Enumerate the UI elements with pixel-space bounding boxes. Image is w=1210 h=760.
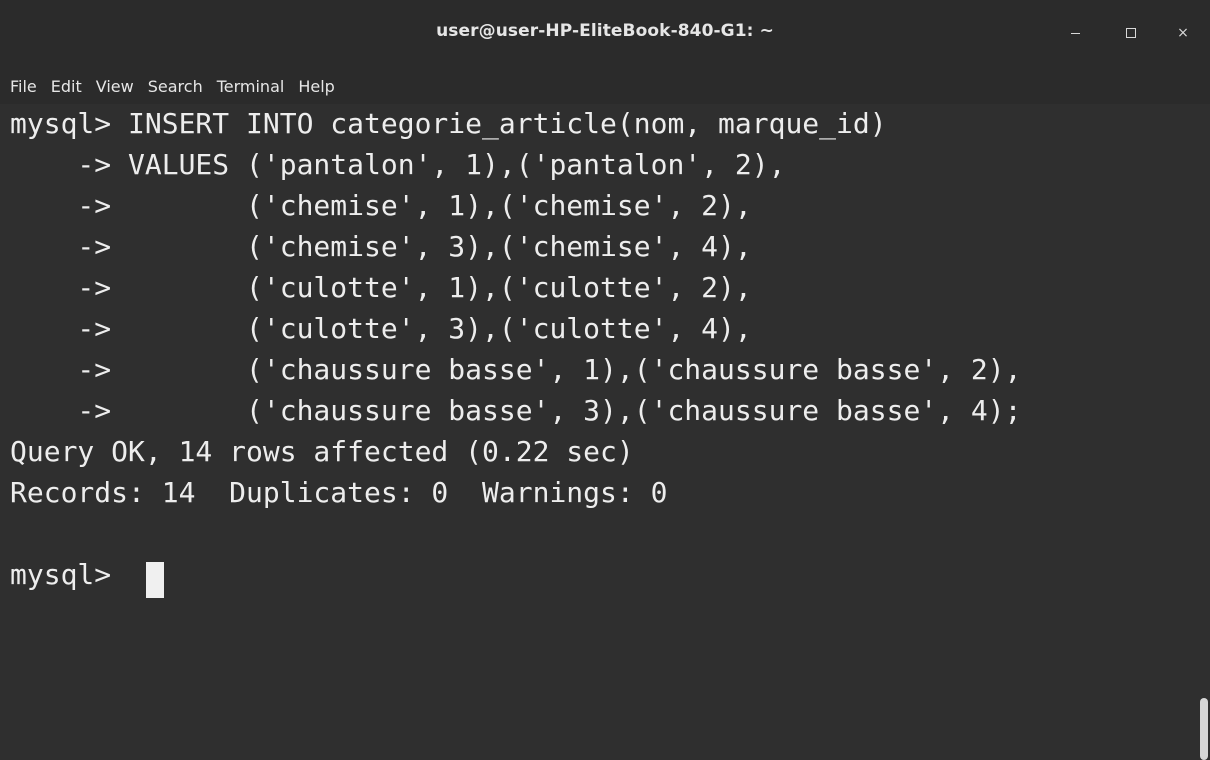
terminal-line: -> ('culotte', 1),('culotte', 2),	[10, 271, 752, 304]
menu-bar: File Edit View Search Terminal Help	[0, 68, 1210, 104]
maximize-button[interactable]	[1120, 22, 1142, 44]
terminal-line: -> ('culotte', 3),('culotte', 4),	[10, 312, 752, 345]
menu-search[interactable]: Search	[148, 77, 203, 96]
text-cursor	[146, 562, 164, 598]
maximize-icon	[1126, 28, 1136, 38]
terminal-line: Records: 14 Duplicates: 0 Warnings: 0	[10, 476, 668, 509]
terminal-line: mysql> INSERT INTO categorie_article(nom…	[10, 107, 887, 140]
menu-edit[interactable]: Edit	[51, 77, 82, 96]
menu-help[interactable]: Help	[298, 77, 334, 96]
menu-view[interactable]: View	[96, 77, 134, 96]
minimize-icon	[1071, 33, 1080, 34]
terminal-prompt: mysql>	[10, 558, 129, 591]
terminal-line: -> ('chaussure basse', 3),('chaussure ba…	[10, 394, 1022, 427]
close-button[interactable]: ×	[1172, 22, 1194, 44]
minimize-button[interactable]	[1065, 22, 1087, 44]
terminal-line: -> ('chaussure basse', 1),('chaussure ba…	[10, 353, 1022, 386]
close-icon: ×	[1177, 25, 1189, 41]
scrollbar-thumb[interactable]	[1200, 698, 1208, 760]
menu-file[interactable]: File	[10, 77, 37, 96]
window-title: user@user-HP-EliteBook-840-G1: ~	[436, 21, 774, 41]
terminal-line: Query OK, 14 rows affected (0.22 sec)	[10, 435, 634, 468]
menu-terminal[interactable]: Terminal	[217, 77, 285, 96]
terminal-line: -> VALUES ('pantalon', 1),('pantalon', 2…	[10, 148, 786, 181]
terminal-line: -> ('chemise', 3),('chemise', 4),	[10, 230, 752, 263]
terminal-output[interactable]: mysql> INSERT INTO categorie_article(nom…	[0, 104, 1210, 760]
terminal-window: user@user-HP-EliteBook-840-G1: ~ × File …	[0, 0, 1210, 760]
title-bar[interactable]: user@user-HP-EliteBook-840-G1: ~ ×	[0, 0, 1210, 68]
terminal-line: -> ('chemise', 1),('chemise', 2),	[10, 189, 752, 222]
